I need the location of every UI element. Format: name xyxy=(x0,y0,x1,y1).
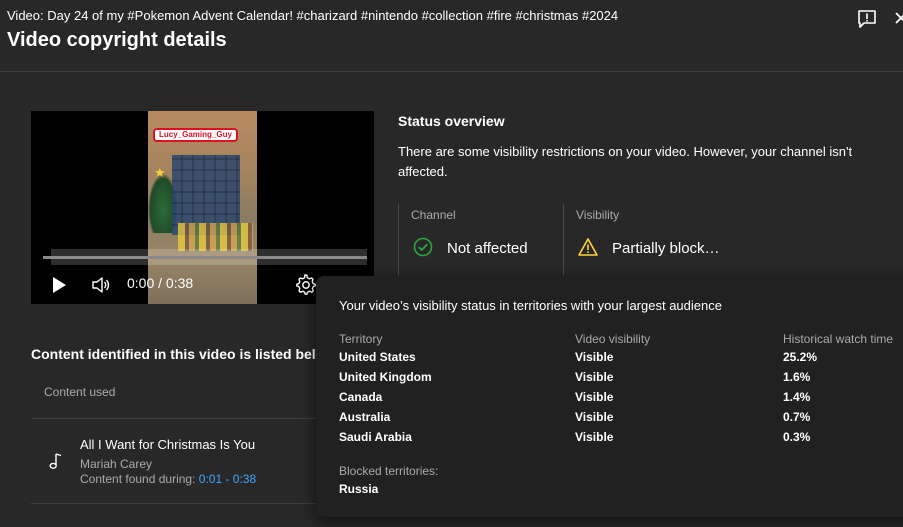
found-timestamp-link[interactable]: 0:01 - 0:38 xyxy=(199,472,256,486)
watch-time-cell: 0.7% xyxy=(783,410,811,424)
column-watch-time: Historical watch time xyxy=(783,332,894,346)
content-artist: Mariah Carey xyxy=(80,457,153,471)
visibility-status-card: Visibility Partially block… xyxy=(563,204,723,278)
content-used-column: Content used xyxy=(44,385,116,399)
watch-time-cell: 25.2% xyxy=(783,350,818,364)
video-title-line: Video: Day 24 of my #Pokemon Advent Cale… xyxy=(7,8,619,23)
status-overview-title: Status overview xyxy=(398,113,505,129)
star-icon: ★ xyxy=(154,165,166,180)
tooltip-title: Your video’s visibility status in territ… xyxy=(339,298,722,313)
channel-status-value: Not affected xyxy=(447,240,528,257)
content-identified-heading: Content identified in this video is list… xyxy=(31,346,316,362)
channel-label: Channel xyxy=(411,208,456,222)
visibility-cell: Visible xyxy=(575,410,614,424)
status-description: There are some visibility restrictions o… xyxy=(398,144,853,179)
content-title: All I Want for Christmas Is You xyxy=(80,437,256,452)
territory-cell: Saudi Arabia xyxy=(339,430,412,444)
column-territory: Territory xyxy=(339,332,383,346)
visibility-cell: Visible xyxy=(575,390,614,404)
channel-status-card: Channel Not affected xyxy=(398,204,563,278)
check-circle-icon xyxy=(413,237,433,257)
content-item-row[interactable]: All I Want for Christmas Is You Mariah C… xyxy=(31,420,331,504)
content-table-header: Content used xyxy=(31,370,331,419)
territory-cell: United States xyxy=(339,350,416,364)
watch-time-cell: 1.4% xyxy=(783,390,811,404)
time-display: 0:00 / 0:38 xyxy=(127,275,194,291)
visibility-tooltip: Your video’s visibility status in territ… xyxy=(316,276,903,517)
music-note-icon xyxy=(49,453,62,469)
visibility-cell: Visible xyxy=(575,350,614,364)
progress-bar[interactable] xyxy=(43,256,367,259)
territory-cell: Australia xyxy=(339,410,391,424)
territory-cell: Canada xyxy=(339,390,383,404)
column-video-visibility: Video visibility xyxy=(575,332,651,346)
blocked-territories-value: Russia xyxy=(339,482,379,496)
visibility-cell: Visible xyxy=(575,430,614,444)
found-during-prefix: Content found during: xyxy=(80,472,199,486)
warning-icon xyxy=(578,238,598,256)
dialog-header: Video: Day 24 of my #Pokemon Advent Cale… xyxy=(0,0,903,72)
play-icon[interactable] xyxy=(50,276,68,294)
volume-icon[interactable] xyxy=(91,275,111,295)
settings-gear-icon[interactable] xyxy=(295,274,317,296)
territory-cell: United Kingdom xyxy=(339,370,432,384)
watch-time-cell: 1.6% xyxy=(783,370,811,384)
thumbnail-toys xyxy=(178,223,253,251)
channel-watermark: Lucy_Gaming_Guy xyxy=(153,128,238,142)
close-icon[interactable] xyxy=(893,8,903,28)
visibility-label: Visibility xyxy=(576,208,620,222)
blocked-territories-label: Blocked territories: xyxy=(339,464,439,478)
watch-time-cell: 0.3% xyxy=(783,430,811,444)
visibility-status-value: Partially block… xyxy=(612,240,720,257)
feedback-icon[interactable] xyxy=(857,9,877,29)
visibility-cell: Visible xyxy=(575,370,614,384)
dialog-title: Video copyright details xyxy=(7,29,227,51)
content-found-during: Content found during: 0:01 - 0:38 xyxy=(80,472,256,486)
